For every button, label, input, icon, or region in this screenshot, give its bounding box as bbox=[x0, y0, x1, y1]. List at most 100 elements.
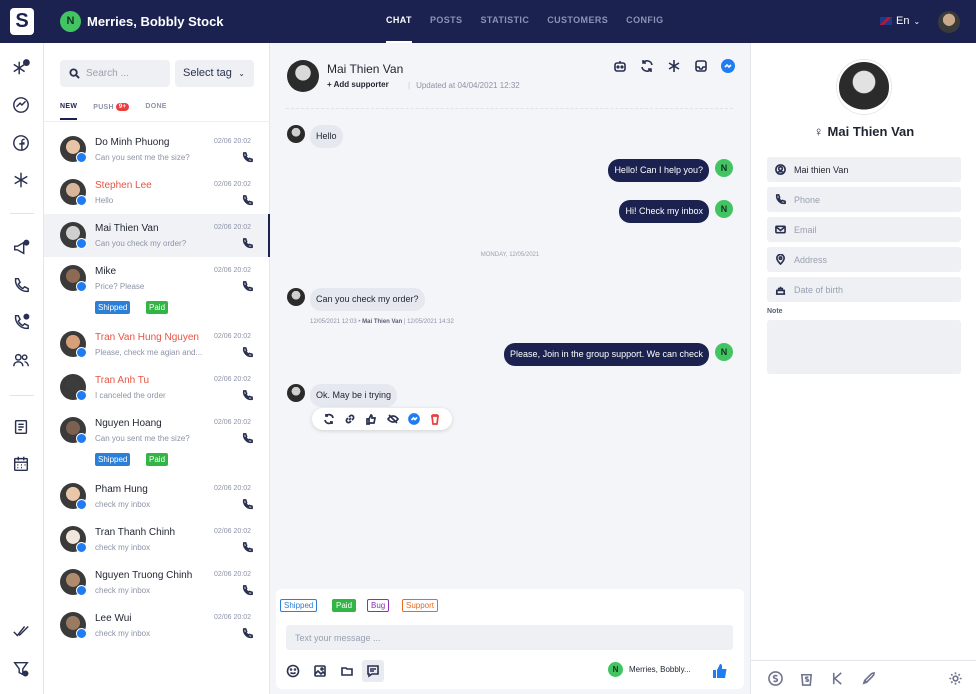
phone-icon[interactable] bbox=[242, 195, 253, 206]
store-name[interactable]: Merries, Bobbly Stock bbox=[87, 14, 224, 29]
trash-icon[interactable] bbox=[429, 413, 441, 425]
tag-select[interactable]: Select tag ⌄ bbox=[175, 60, 254, 87]
message-bubble-outgoing[interactable]: Hello! Can I help you? bbox=[608, 159, 709, 182]
filter-x-icon[interactable] bbox=[12, 660, 32, 680]
quick-tag-paid[interactable]: Paid bbox=[332, 599, 357, 612]
conversation-item[interactable]: Mike 02/06 20:02 Price? Please Shipped Paid bbox=[44, 257, 270, 323]
conversation-item[interactable]: Tran Thanh Chinh 02/06 20:02 check my inbo… bbox=[44, 518, 270, 561]
messenger-icon[interactable] bbox=[408, 413, 420, 425]
calendar-icon[interactable] bbox=[12, 455, 32, 475]
user-avatar[interactable] bbox=[938, 11, 960, 33]
asterisk-icon[interactable] bbox=[667, 59, 681, 73]
note-icon[interactable] bbox=[362, 660, 384, 682]
search-box[interactable] bbox=[60, 60, 170, 87]
facebook-icon[interactable] bbox=[12, 134, 32, 154]
link-icon[interactable] bbox=[344, 413, 356, 425]
tag-shipped[interactable]: Shipped bbox=[95, 301, 131, 314]
phone-field[interactable] bbox=[767, 187, 961, 212]
tab-done[interactable]: DONE bbox=[145, 103, 166, 120]
sender-select[interactable]: N Merries, Bobbly... bbox=[608, 662, 691, 677]
shopify-bag-icon[interactable] bbox=[798, 671, 814, 687]
nav-chat[interactable]: CHAT bbox=[386, 0, 412, 43]
messenger-icon[interactable] bbox=[721, 59, 735, 73]
robot-icon[interactable] bbox=[613, 59, 627, 73]
note-textarea[interactable] bbox=[767, 320, 961, 374]
email-field[interactable] bbox=[767, 217, 961, 242]
nav-statistic[interactable]: STATISTIC bbox=[480, 0, 529, 43]
image-icon[interactable] bbox=[313, 664, 327, 678]
dob-input[interactable] bbox=[794, 282, 954, 297]
phone-input[interactable] bbox=[794, 192, 954, 207]
tab-push[interactable]: PUSH 9+ bbox=[93, 103, 130, 120]
nav-config[interactable]: CONFIG bbox=[626, 0, 663, 43]
quick-tag-shipped[interactable]: Shipped bbox=[280, 599, 318, 612]
language-select[interactable]: En ⌄ bbox=[880, 15, 920, 27]
quick-tag-support[interactable]: Support bbox=[402, 599, 439, 612]
eye-off-icon[interactable] bbox=[386, 413, 399, 425]
tag-paid[interactable]: Paid bbox=[146, 301, 169, 314]
refresh-icon[interactable] bbox=[323, 413, 335, 425]
folder-icon[interactable] bbox=[340, 664, 354, 678]
name-field[interactable] bbox=[767, 157, 961, 182]
conversation-item[interactable]: Mai Thien Van 02/06 20:02 Can you check my… bbox=[44, 214, 270, 257]
settings-icon[interactable] bbox=[947, 671, 963, 687]
phone-icon[interactable] bbox=[242, 433, 253, 444]
users-icon[interactable] bbox=[12, 351, 32, 371]
asterisk-plus-icon[interactable] bbox=[12, 59, 32, 79]
phone-icon[interactable] bbox=[242, 499, 253, 510]
email-input[interactable] bbox=[794, 222, 954, 237]
asterisk-icon[interactable] bbox=[12, 171, 32, 191]
message-bubble-incoming[interactable]: Hello bbox=[310, 125, 343, 148]
like-icon[interactable] bbox=[712, 663, 728, 679]
message-bubble-outgoing[interactable]: Hi! Check my inbox bbox=[619, 200, 709, 223]
message-bubble-incoming[interactable]: Ok. May be i trying bbox=[310, 384, 398, 407]
thumbs-up-icon[interactable] bbox=[365, 413, 377, 425]
app-logo[interactable]: S bbox=[10, 8, 34, 35]
rocket-icon[interactable] bbox=[860, 671, 876, 687]
k-brand-icon[interactable] bbox=[829, 671, 845, 687]
conversation-item[interactable]: Lee Wui 02/06 20:02 check my inbox bbox=[44, 604, 270, 647]
shopify-circle-icon[interactable] bbox=[767, 671, 783, 687]
store-avatar[interactable]: N bbox=[60, 11, 81, 32]
tag-paid[interactable]: Paid bbox=[146, 453, 169, 466]
name-input[interactable] bbox=[794, 162, 954, 177]
phone-icon[interactable] bbox=[242, 628, 253, 639]
phone-blocked-icon[interactable] bbox=[12, 313, 32, 333]
megaphone-icon[interactable] bbox=[12, 239, 32, 259]
phone-icon[interactable] bbox=[242, 347, 253, 358]
nav-posts[interactable]: POSTS bbox=[430, 0, 463, 43]
messenger-icon[interactable] bbox=[12, 96, 32, 116]
conversation-item[interactable]: Tran Anh Tu 02/06 20:02 I canceled the ord… bbox=[44, 366, 270, 409]
contact-avatar[interactable] bbox=[287, 60, 319, 92]
phone-icon[interactable] bbox=[242, 281, 253, 292]
dob-field[interactable] bbox=[767, 277, 961, 302]
address-input[interactable] bbox=[794, 252, 954, 267]
refresh-icon[interactable] bbox=[640, 59, 654, 73]
address-field[interactable] bbox=[767, 247, 961, 272]
conversation-item[interactable]: Do Minh Phuong 02/06 20:02 Can you sent me… bbox=[44, 128, 270, 171]
search-input[interactable] bbox=[86, 65, 166, 82]
emoji-icon[interactable] bbox=[286, 664, 300, 678]
message-bubble-incoming[interactable]: Can you check my order? bbox=[310, 288, 425, 311]
conversation-item[interactable]: Nguyen Truong Chinh 02/06 20:02 check my i… bbox=[44, 561, 270, 604]
message-input[interactable] bbox=[286, 625, 733, 650]
double-check-icon[interactable] bbox=[12, 622, 32, 642]
conversation-item[interactable]: Tran Van Hung Nguyen 02/06 20:02 Please, c… bbox=[44, 323, 270, 366]
message-bubble-outgoing[interactable]: Please, Join in the group support. We ca… bbox=[504, 343, 709, 366]
conversation-item[interactable]: Stephen Lee 02/06 20:02 Hello bbox=[44, 171, 270, 214]
phone-icon[interactable] bbox=[242, 542, 253, 553]
phone-icon[interactable] bbox=[242, 152, 253, 163]
nav-customers[interactable]: CUSTOMERS bbox=[547, 0, 608, 43]
quick-tag-bug[interactable]: Bug bbox=[367, 599, 390, 612]
inbox-icon[interactable] bbox=[694, 59, 708, 73]
tab-new[interactable]: NEW bbox=[60, 103, 78, 120]
phone-icon[interactable] bbox=[242, 390, 253, 401]
document-icon[interactable] bbox=[12, 418, 32, 438]
conversation-item[interactable]: Nguyen Hoang 02/06 20:02 Can you sent me t… bbox=[44, 409, 270, 475]
phone-icon[interactable] bbox=[242, 238, 253, 249]
add-supporter-button[interactable]: + Add supporter bbox=[327, 80, 389, 89]
tag-shipped[interactable]: Shipped bbox=[95, 453, 131, 466]
phone-icon[interactable] bbox=[242, 585, 253, 596]
phone-icon[interactable] bbox=[12, 276, 32, 296]
conversation-item[interactable]: Pham Hung 02/06 20:02 check my inbox bbox=[44, 475, 270, 518]
